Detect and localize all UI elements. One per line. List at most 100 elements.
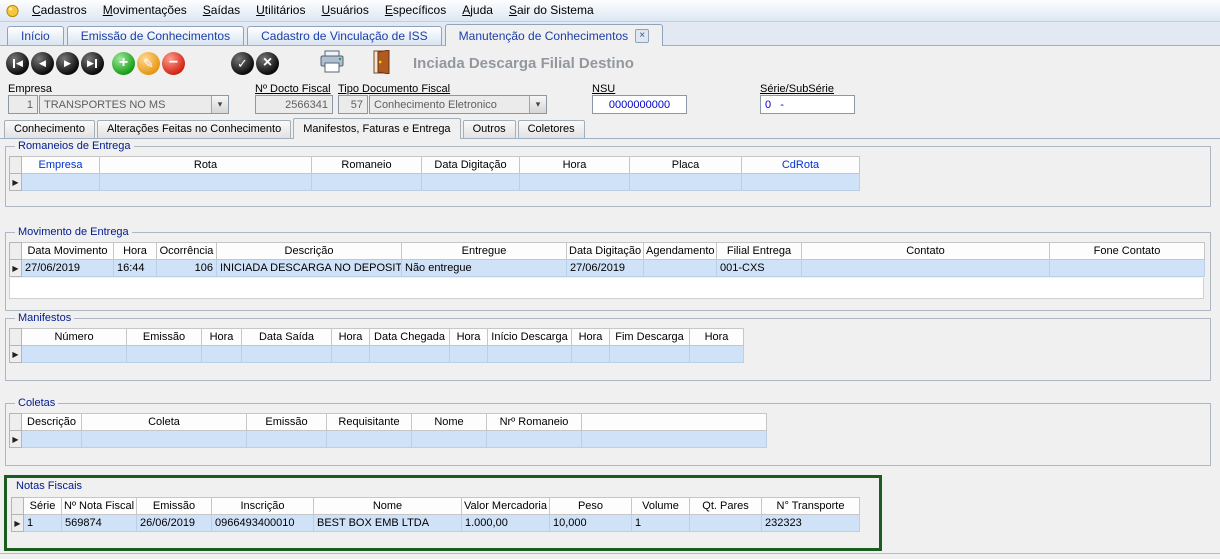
delete-record-button[interactable]: − (162, 52, 185, 75)
column-header[interactable]: Data Chegada (370, 329, 450, 346)
serie-subserie-field[interactable]: 0 - (760, 95, 855, 114)
cell[interactable] (312, 174, 422, 191)
menu-saidas[interactable]: Saídas (195, 1, 248, 20)
cell[interactable]: 106 (157, 260, 217, 277)
tab-cadastro-de-vinculacao-de-iss[interactable]: Cadastro de Vinculação de ISS (247, 26, 442, 45)
column-header[interactable]: Hora (520, 157, 630, 174)
column-header[interactable]: Coleta (82, 414, 247, 431)
confirm-button[interactable]: ✓ (231, 52, 254, 75)
cell[interactable] (422, 174, 520, 191)
cell[interactable]: BEST BOX EMB LTDA (314, 515, 462, 532)
cell[interactable] (572, 346, 610, 363)
cell[interactable]: 27/06/2019 (22, 260, 114, 277)
column-header[interactable]: Hora (450, 329, 488, 346)
column-header[interactable]: Romaneio (312, 157, 422, 174)
column-header[interactable]: Início Descarga (488, 329, 572, 346)
cell[interactable] (412, 431, 487, 448)
cell[interactable]: 26/06/2019 (137, 515, 212, 532)
cell[interactable] (610, 346, 690, 363)
subtab-outros[interactable]: Outros (463, 120, 516, 138)
menu-ajuda[interactable]: Ajuda (454, 1, 501, 20)
cell[interactable] (582, 431, 767, 448)
menu-usuarios[interactable]: Usuários (313, 1, 376, 20)
cell[interactable]: 569874 (62, 515, 137, 532)
column-header[interactable]: Filial Entrega (717, 243, 802, 260)
cell[interactable]: 27/06/2019 (567, 260, 644, 277)
cell[interactable] (22, 346, 127, 363)
cell[interactable] (100, 174, 312, 191)
row-selector[interactable]: ▶ (10, 431, 22, 448)
column-header[interactable]: Rota (100, 157, 312, 174)
column-header[interactable]: Data Digitação (567, 243, 644, 260)
cell[interactable] (127, 346, 202, 363)
menu-utilitarios[interactable]: Utilitários (248, 1, 313, 20)
subtab-manifestos-faturas-e-entrega[interactable]: Manifestos, Faturas e Entrega (293, 118, 460, 139)
cell[interactable] (332, 346, 370, 363)
cell[interactable] (247, 431, 327, 448)
subtab-coletores[interactable]: Coletores (518, 120, 585, 138)
menu-movimentacoes[interactable]: Movimentações (95, 1, 195, 20)
column-header[interactable]: Fim Descarga (610, 329, 690, 346)
column-header[interactable]: Emissão (247, 414, 327, 431)
cell[interactable]: 232323 (762, 515, 860, 532)
table-row[interactable]: ▶ 1 569874 26/06/2019 0966493400010 BEST… (12, 515, 860, 532)
column-header[interactable]: Qt. Pares (690, 498, 762, 515)
column-header[interactable]: Inscrição (212, 498, 314, 515)
column-header[interactable]: Data Movimento (22, 243, 114, 260)
row-selector[interactable]: ▶ (10, 260, 22, 277)
menu-cadastros[interactable]: Cadastros (24, 1, 95, 20)
column-header[interactable]: Peso (550, 498, 632, 515)
column-header[interactable]: N° Transporte (762, 498, 860, 515)
cell[interactable] (520, 174, 630, 191)
cell[interactable]: 16:44 (114, 260, 157, 277)
tab-emissao-de-conhecimentos[interactable]: Emissão de Conhecimentos (67, 26, 244, 45)
tipo-documento-code-field[interactable]: 57 (338, 95, 368, 114)
table-row[interactable]: ▶ (10, 174, 860, 191)
tab-manutencao-de-conhecimentos[interactable]: Manutenção de Conhecimentos × (445, 24, 663, 46)
column-header[interactable]: Ocorrência (157, 243, 217, 260)
column-header[interactable]: Fone Contato (1050, 243, 1205, 260)
close-tab-icon[interactable]: × (635, 29, 649, 43)
empresa-code-field[interactable]: 1 (8, 95, 38, 114)
subtab-alteracoes-feitas-no-conhecimento[interactable]: Alterações Feitas no Conhecimento (97, 120, 291, 138)
nsu-field[interactable]: 0000000000 (592, 95, 687, 114)
cell[interactable] (802, 260, 1050, 277)
column-header[interactable]: Entregue (402, 243, 567, 260)
column-header[interactable]: Contato (802, 243, 1050, 260)
column-header[interactable]: Hora (332, 329, 370, 346)
cell[interactable] (202, 346, 242, 363)
cell[interactable]: 1 (632, 515, 690, 532)
column-header[interactable]: CdRota (742, 157, 860, 174)
cell[interactable] (242, 346, 332, 363)
add-record-button[interactable]: + (112, 52, 135, 75)
cell[interactable] (487, 431, 582, 448)
empresa-combo[interactable]: TRANSPORTES NO MS ▾ (39, 95, 229, 114)
cell[interactable]: Não entregue (402, 260, 567, 277)
cell[interactable]: 1 (24, 515, 62, 532)
column-header[interactable]: Nrº Romaneio (487, 414, 582, 431)
column-header[interactable]: Nº Nota Fiscal (62, 498, 137, 515)
cell[interactable] (644, 260, 717, 277)
column-header[interactable]: Hora (202, 329, 242, 346)
cell[interactable]: INICIADA DESCARGA NO DEPOSITO (217, 260, 402, 277)
last-record-button[interactable]: ▶ (81, 52, 104, 75)
cancel-button[interactable]: × (256, 52, 279, 75)
column-header[interactable]: Data Digitação (422, 157, 520, 174)
chevron-down-icon[interactable]: ▾ (529, 96, 546, 113)
cell[interactable] (690, 515, 762, 532)
previous-record-button[interactable]: ◀ (31, 52, 54, 75)
cell[interactable] (450, 346, 488, 363)
row-selector[interactable]: ▶ (12, 515, 24, 532)
cell[interactable] (630, 174, 742, 191)
subtab-conhecimento[interactable]: Conhecimento (4, 120, 95, 138)
column-header[interactable]: Descrição (22, 414, 82, 431)
menu-especificos[interactable]: Específicos (377, 1, 454, 20)
tab-inicio[interactable]: Início (7, 26, 64, 45)
cell[interactable] (22, 174, 100, 191)
row-selector[interactable]: ▶ (10, 174, 22, 191)
column-header[interactable]: Hora (114, 243, 157, 260)
tipo-documento-combo[interactable]: Conhecimento Eletronico ▾ (369, 95, 547, 114)
column-header[interactable] (582, 414, 767, 431)
cell[interactable] (742, 174, 860, 191)
row-selector[interactable]: ▶ (10, 346, 22, 363)
